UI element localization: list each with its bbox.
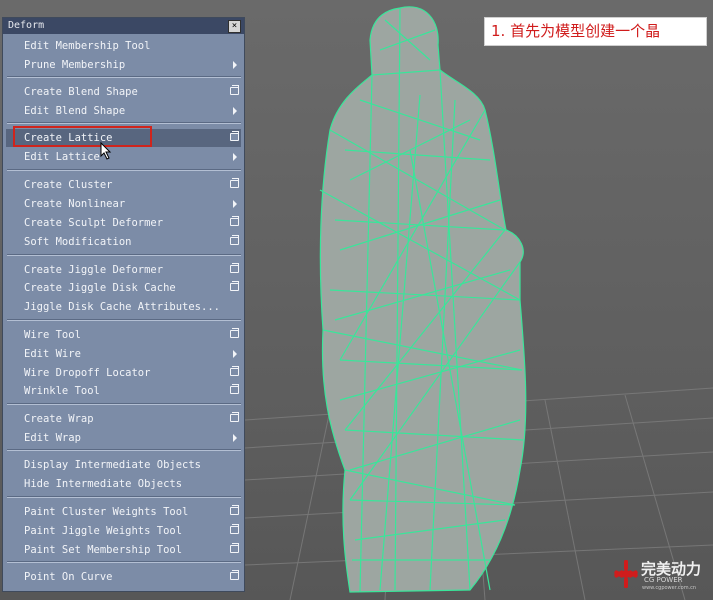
statue-wireframe bbox=[319, 6, 527, 593]
submenu-arrow-icon bbox=[233, 434, 237, 442]
menu-item-create-blend-shape[interactable]: Create Blend Shape bbox=[6, 83, 241, 101]
option-box-icon[interactable] bbox=[230, 263, 239, 273]
menu-item-label: Prune Membership bbox=[24, 59, 126, 71]
menu-item-create-sculpt-deformer[interactable]: Create Sculpt Deformer bbox=[6, 214, 241, 232]
menu-item-edit-wire[interactable]: Edit Wire bbox=[6, 345, 241, 363]
menu-item-label: Create Blend Shape bbox=[24, 86, 138, 98]
option-box-icon[interactable] bbox=[230, 505, 239, 515]
menu-item-wrinkle-tool[interactable]: Wrinkle Tool bbox=[6, 382, 241, 400]
menu-item-label: Wrinkle Tool bbox=[24, 385, 100, 397]
menu-separator bbox=[7, 561, 241, 563]
option-box-icon[interactable] bbox=[230, 412, 239, 422]
menu-item-prune-membership[interactable]: Prune Membership bbox=[6, 56, 241, 74]
menu-item-label: Create Nonlinear bbox=[24, 198, 126, 210]
menu-item-label: Create Cluster bbox=[24, 179, 113, 191]
option-box-icon[interactable] bbox=[230, 570, 239, 580]
option-box-icon[interactable] bbox=[230, 131, 239, 141]
menu-item-label: Edit Membership Tool bbox=[24, 40, 151, 52]
menu-item-label: Edit Lattice bbox=[24, 151, 100, 163]
submenu-arrow-icon bbox=[233, 61, 237, 69]
menu-item-hide-intermediate-objects[interactable]: Hide Intermediate Objects bbox=[6, 475, 241, 493]
highlight-callout-box bbox=[13, 126, 152, 147]
menu-item-label: Edit Wire bbox=[24, 348, 81, 360]
menu-item-edit-blend-shape[interactable]: Edit Blend Shape bbox=[6, 102, 241, 120]
menu-item-label: Jiggle Disk Cache Attributes... bbox=[24, 301, 220, 313]
option-box-icon[interactable] bbox=[230, 328, 239, 338]
mouse-cursor-icon bbox=[100, 142, 112, 160]
menu-separator bbox=[7, 319, 241, 321]
menu-title[interactable]: Deform bbox=[3, 18, 244, 34]
menu-item-paint-set-membership-tool[interactable]: Paint Set Membership Tool bbox=[6, 541, 241, 559]
logo-subtitle: CG POWER bbox=[644, 576, 683, 584]
menu-item-label: Hide Intermediate Objects bbox=[24, 478, 183, 490]
option-box-icon[interactable] bbox=[230, 366, 239, 376]
menu-item-create-jiggle-deformer[interactable]: Create Jiggle Deformer bbox=[6, 261, 241, 279]
menu-item-soft-modification[interactable]: Soft Modification bbox=[6, 233, 241, 251]
menu-item-create-cluster[interactable]: Create Cluster bbox=[6, 176, 241, 194]
menu-item-paint-cluster-weights-tool[interactable]: Paint Cluster Weights Tool bbox=[6, 503, 241, 521]
option-box-icon[interactable] bbox=[230, 178, 239, 188]
cgpower-logo: 完美动力 CG POWER www.cgpower.com.cn bbox=[612, 554, 710, 596]
menu-item-edit-membership-tool[interactable]: Edit Membership Tool bbox=[6, 37, 241, 55]
menu-item-jiggle-disk-cache-attributes[interactable]: Jiggle Disk Cache Attributes... bbox=[6, 298, 241, 316]
submenu-arrow-icon bbox=[233, 350, 237, 358]
menu-item-paint-jiggle-weights-tool[interactable]: Paint Jiggle Weights Tool bbox=[6, 522, 241, 540]
menu-separator bbox=[7, 254, 241, 256]
menu-item-label: Create Jiggle Deformer bbox=[24, 264, 164, 276]
option-box-icon[interactable] bbox=[230, 85, 239, 95]
menu-item-label: Create Wrap bbox=[24, 413, 94, 425]
submenu-arrow-icon bbox=[233, 153, 237, 161]
menu-item-create-wrap[interactable]: Create Wrap bbox=[6, 410, 241, 428]
menu-item-edit-wrap[interactable]: Edit Wrap bbox=[6, 429, 241, 447]
menu-item-create-jiggle-disk-cache[interactable]: Create Jiggle Disk Cache bbox=[6, 279, 241, 297]
menu-item-wire-dropoff-locator[interactable]: Wire Dropoff Locator bbox=[6, 364, 241, 382]
menu-item-label: Create Sculpt Deformer bbox=[24, 217, 164, 229]
menu-item-create-nonlinear[interactable]: Create Nonlinear bbox=[6, 195, 241, 213]
menu-separator bbox=[7, 496, 241, 498]
menu-item-label: Create Jiggle Disk Cache bbox=[24, 282, 176, 294]
option-box-icon[interactable] bbox=[230, 524, 239, 534]
logo-url: www.cgpower.com.cn bbox=[642, 585, 697, 591]
menu-item-point-on-curve[interactable]: Point On Curve bbox=[6, 568, 241, 586]
option-box-icon[interactable] bbox=[230, 543, 239, 553]
close-icon[interactable]: × bbox=[228, 20, 241, 33]
menu-item-label: Edit Wrap bbox=[24, 432, 81, 444]
menu-item-wire-tool[interactable]: Wire Tool bbox=[6, 326, 241, 344]
menu-item-label: Edit Blend Shape bbox=[24, 105, 126, 117]
menu-separator bbox=[7, 169, 241, 171]
step-annotation: 1. 首先为模型创建一个晶 bbox=[484, 17, 707, 46]
menu-separator bbox=[7, 403, 241, 405]
option-box-icon[interactable] bbox=[230, 384, 239, 394]
menu-item-label: Wire Dropoff Locator bbox=[24, 367, 151, 379]
menu-item-label: Wire Tool bbox=[24, 329, 81, 341]
submenu-arrow-icon bbox=[233, 107, 237, 115]
menu-separator bbox=[7, 449, 241, 451]
menu-item-label: Display Intermediate Objects bbox=[24, 459, 202, 471]
menu-item-display-intermediate-objects[interactable]: Display Intermediate Objects bbox=[6, 456, 241, 474]
option-box-icon[interactable] bbox=[230, 216, 239, 226]
option-box-icon[interactable] bbox=[230, 281, 239, 291]
menu-item-label: Paint Jiggle Weights Tool bbox=[24, 525, 183, 537]
menu-item-edit-lattice[interactable]: Edit Lattice bbox=[6, 148, 241, 166]
menu-item-label: Soft Modification bbox=[24, 236, 132, 248]
menu-separator bbox=[7, 76, 241, 78]
star-logo-icon bbox=[614, 560, 638, 588]
submenu-arrow-icon bbox=[233, 200, 237, 208]
deform-menu: Deform × Edit Membership Tool Prune Memb… bbox=[2, 17, 245, 592]
menu-item-label: Paint Set Membership Tool bbox=[24, 544, 183, 556]
menu-separator bbox=[7, 122, 241, 124]
menu-item-label: Paint Cluster Weights Tool bbox=[24, 506, 189, 518]
option-box-icon[interactable] bbox=[230, 235, 239, 245]
menu-item-label: Point On Curve bbox=[24, 571, 113, 583]
